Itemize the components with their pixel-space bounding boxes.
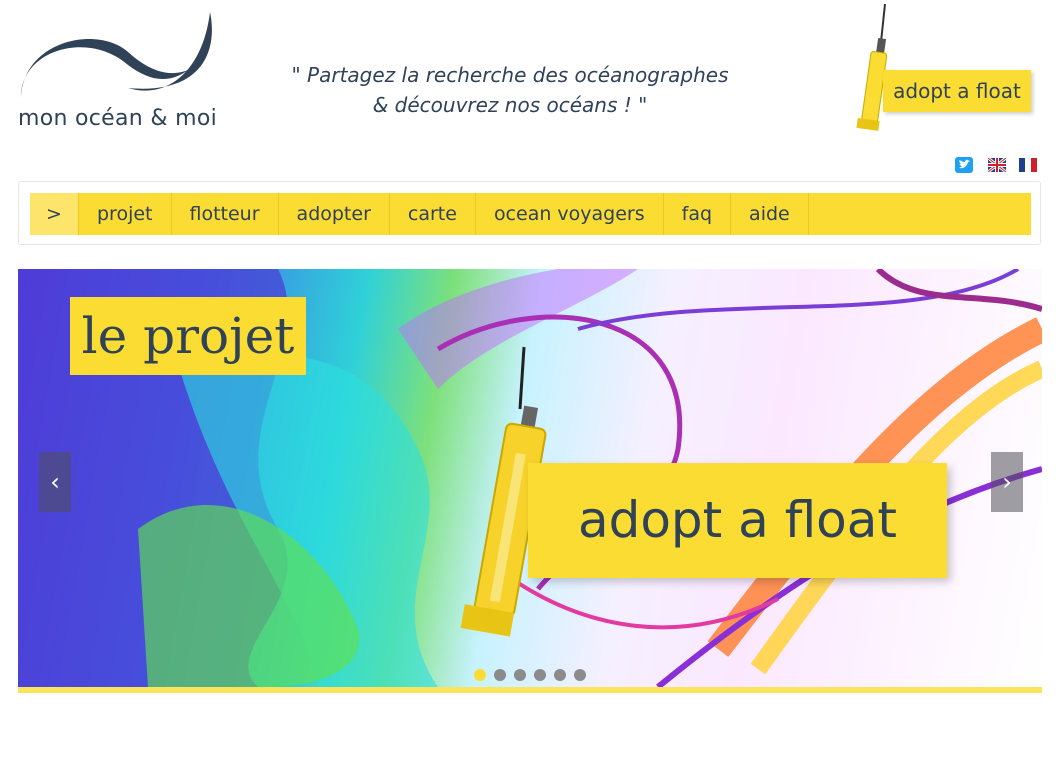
nav-item-adopter[interactable]: adopter bbox=[279, 193, 390, 235]
site-logo[interactable]: mon océan & moi bbox=[18, 10, 218, 131]
slider-dot[interactable] bbox=[574, 669, 586, 681]
nav-item-flotteur[interactable]: flotteur bbox=[172, 193, 279, 235]
twitter-icon bbox=[959, 159, 970, 169]
nav-home-item[interactable]: > bbox=[30, 193, 79, 235]
slider-prev-button[interactable]: ‹ bbox=[39, 452, 71, 512]
twitter-link[interactable] bbox=[955, 157, 973, 173]
slider-next-button[interactable]: › bbox=[991, 452, 1023, 512]
fr-flag-icon bbox=[1019, 158, 1037, 172]
slider-dot[interactable] bbox=[514, 669, 526, 681]
language-en-link[interactable] bbox=[987, 156, 1007, 174]
header-cta-label: adopt a float bbox=[883, 70, 1031, 112]
nav-item-ocean-voyagers[interactable]: ocean voyagers bbox=[476, 193, 664, 235]
tagline: " Partagez la recherche des océanographe… bbox=[270, 60, 750, 120]
language-fr-link[interactable] bbox=[1019, 157, 1037, 173]
hero-title: le projet bbox=[70, 297, 306, 375]
slider-dot[interactable] bbox=[554, 669, 566, 681]
wave-logo-icon bbox=[20, 12, 212, 98]
chevron-left-icon: ‹ bbox=[50, 468, 60, 496]
tagline-line-2: & découvrez nos océans ! " bbox=[372, 93, 648, 117]
nav-item-projet[interactable]: projet bbox=[79, 193, 172, 235]
nav-item-aide[interactable]: aide bbox=[731, 193, 809, 235]
slider-pagination bbox=[474, 669, 586, 681]
logo-text: mon océan & moi bbox=[18, 106, 217, 131]
hero-adopt-float-button[interactable]: adopt a float bbox=[528, 463, 947, 578]
hero-bottom-bar bbox=[18, 687, 1042, 693]
chevron-right-icon: › bbox=[1002, 468, 1012, 496]
slider-dot[interactable] bbox=[534, 669, 546, 681]
nav-item-faq[interactable]: faq bbox=[664, 193, 732, 235]
slider-dot[interactable] bbox=[494, 669, 506, 681]
hero-slider: le projet adopt a float ‹ › bbox=[18, 269, 1042, 687]
header-adopt-float-button[interactable]: adopt a float bbox=[845, 2, 1045, 142]
nav-item-carte[interactable]: carte bbox=[390, 193, 476, 235]
slider-dot[interactable] bbox=[474, 669, 486, 681]
tagline-line-1: " Partagez la recherche des océanographe… bbox=[291, 63, 729, 87]
main-nav: > projet flotteur adopter carte ocean vo… bbox=[30, 193, 1031, 235]
uk-flag-icon bbox=[987, 156, 1007, 174]
